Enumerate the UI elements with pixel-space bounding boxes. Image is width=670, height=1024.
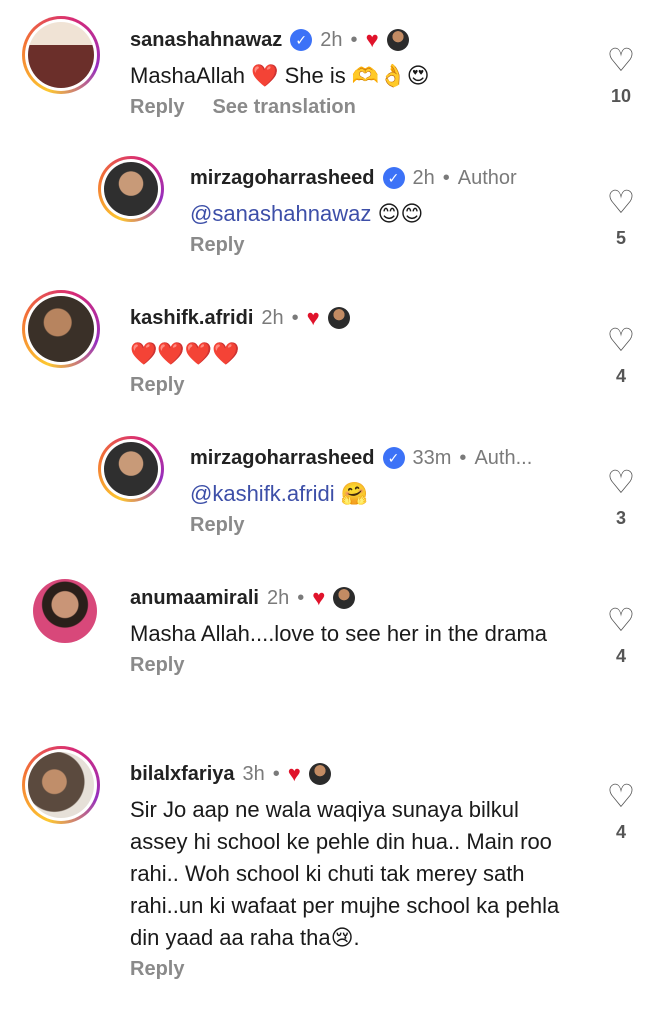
heart-outline-icon[interactable]: ♡ [596,778,646,814]
avatar[interactable] [98,156,164,222]
verified-badge-icon: ✓ [382,167,405,189]
reply-button[interactable]: Reply [130,96,184,119]
comment-text: MashaAllah ❤️ She is 🫶👌😍 [130,63,430,88]
like-control: ♡ 10 [596,42,646,107]
reply-button[interactable]: Reply [190,514,244,537]
author-mini-avatar [308,763,331,785]
heart-outline-icon[interactable]: ♡ [596,602,646,638]
like-control: ♡ 4 [596,322,646,387]
separator-dot: • [291,307,299,329]
avatar[interactable] [98,436,164,502]
timestamp: 2h [261,307,284,329]
avatar[interactable] [22,16,100,94]
comment-text: 😊😊 [377,201,424,226]
author-mini-avatar [333,587,356,609]
like-count: 4 [615,646,626,666]
like-control: ♡ 5 [596,184,646,249]
comment-text: Masha Allah....love to see her in the dr… [130,621,548,646]
liked-by-author-heart-icon: ♥ [312,585,326,610]
comment-text: Sir Jo aap ne wala waqiya sunaya bilkul … [130,797,560,950]
username[interactable]: mirzagoharrasheed [190,164,375,192]
like-count: 10 [610,86,632,106]
username[interactable]: bilalxfariya [130,760,235,788]
username[interactable]: anumaamirali [130,584,259,612]
liked-by-author-heart-icon: ♥ [287,761,301,786]
avatar[interactable] [22,746,100,824]
mention-link[interactable]: @sanashahnawaz [190,201,371,226]
timestamp: 33m [412,447,452,469]
verified-badge-icon: ✓ [290,29,313,51]
liked-by-author-heart-icon: ♥ [306,305,320,330]
timestamp: 2h [266,587,290,609]
separator-dot: • [297,587,305,609]
like-count: 4 [615,822,626,842]
separator-dot: • [442,167,450,189]
like-control: ♡ 4 [596,778,646,843]
reply-button[interactable]: Reply [130,958,184,981]
like-control: ♡ 4 [596,602,646,667]
mention-link[interactable]: @kashifk.afridi [190,481,335,506]
separator-dot: • [350,29,358,51]
avatar[interactable] [32,578,98,644]
timestamp: 2h [412,167,435,189]
like-control: ♡ 3 [596,464,646,529]
reply-button[interactable]: Reply [130,374,184,397]
avatar[interactable] [22,290,100,368]
author-mini-avatar [327,307,350,329]
like-count: 4 [615,366,626,386]
heart-outline-icon[interactable]: ♡ [596,322,646,358]
timestamp: 2h [320,29,343,51]
username[interactable]: mirzagoharrasheed [190,444,375,472]
verified-badge-icon: ✓ [382,447,405,469]
separator-dot: • [459,447,467,469]
username[interactable]: kashifk.afridi [130,304,253,332]
reply-button[interactable]: Reply [130,654,184,677]
like-count: 3 [615,508,626,528]
comment-text: 🤗 [340,481,369,506]
liked-by-author-heart-icon: ♥ [365,27,379,52]
see-translation-button[interactable]: See translation [212,96,355,119]
author-mini-avatar [386,29,409,51]
heart-outline-icon[interactable]: ♡ [596,464,646,500]
reply-button[interactable]: Reply [190,234,244,257]
like-count: 5 [615,228,626,248]
separator-dot: • [272,763,280,785]
heart-outline-icon[interactable]: ♡ [596,42,646,78]
timestamp: 3h [242,763,265,785]
username[interactable]: sanashahnawaz [130,26,282,54]
author-label: Author [457,167,517,189]
heart-outline-icon[interactable]: ♡ [596,184,646,220]
author-label: Auth... [474,447,533,469]
comment-text: ❤️❤️❤️❤️ [130,341,240,366]
